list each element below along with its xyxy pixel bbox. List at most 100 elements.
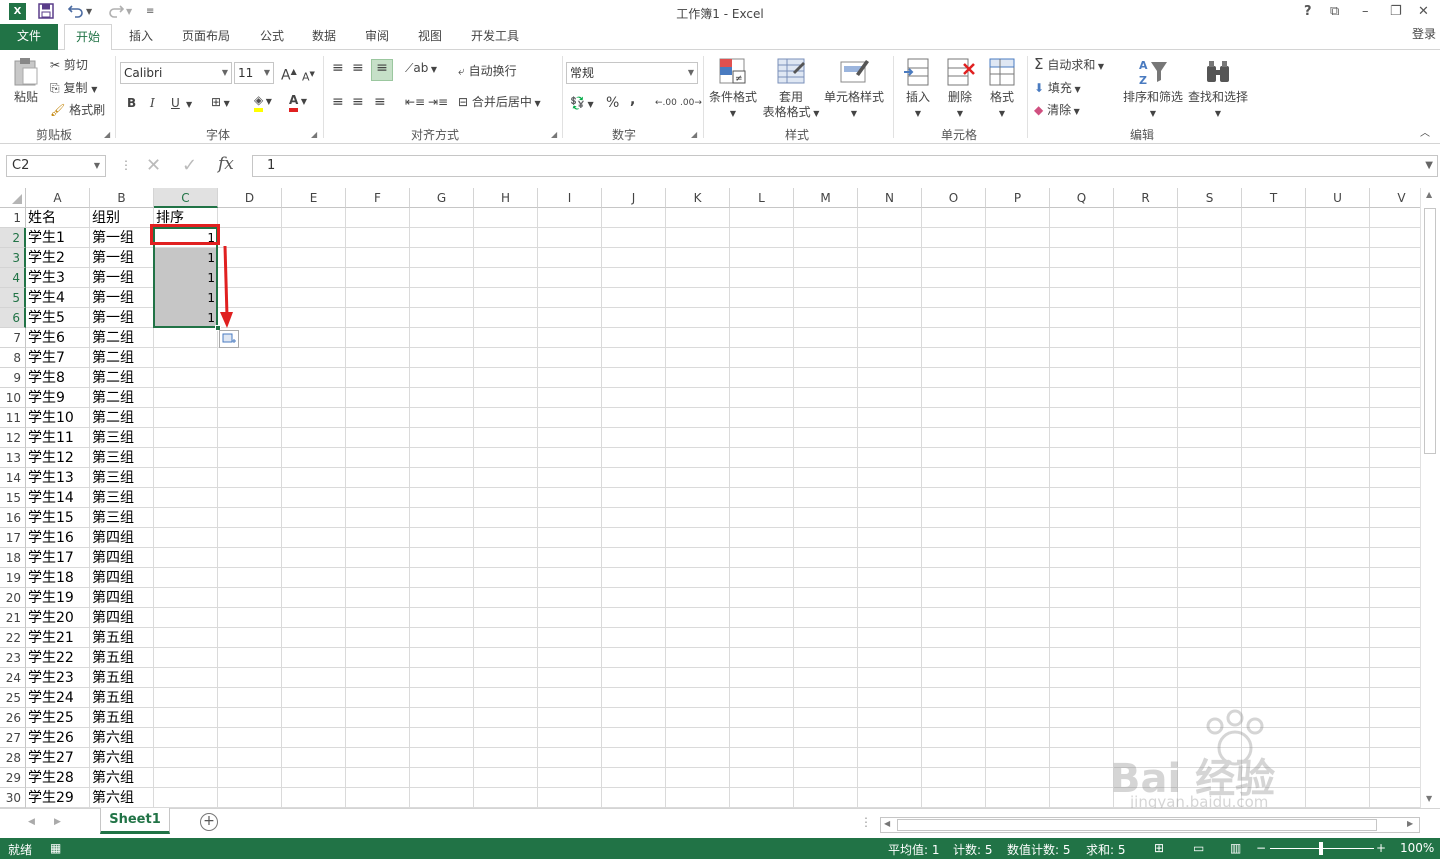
fill-button[interactable]: ⬇ 填充 ▼ bbox=[1034, 80, 1081, 98]
cell-a18[interactable]: 学生17 bbox=[26, 548, 90, 568]
sheet-tab-sheet1[interactable]: Sheet1 bbox=[100, 808, 170, 834]
cell-c14[interactable] bbox=[154, 468, 218, 488]
cell-c17[interactable] bbox=[154, 528, 218, 548]
cell-b14[interactable]: 第三组 bbox=[90, 468, 154, 488]
row-header[interactable]: 8 bbox=[0, 348, 26, 368]
cell-b2[interactable]: 第一组 bbox=[90, 228, 154, 248]
column-header-i[interactable]: I bbox=[538, 188, 602, 208]
cell-b16[interactable]: 第三组 bbox=[90, 508, 154, 528]
align-center-icon[interactable]: ≡ bbox=[352, 94, 364, 110]
cell-c30[interactable] bbox=[154, 788, 218, 808]
row-header[interactable]: 17 bbox=[0, 528, 26, 548]
cell-c13[interactable] bbox=[154, 448, 218, 468]
cell-b11[interactable]: 第二组 bbox=[90, 408, 154, 428]
accounting-format-icon[interactable]: 💱 ▼ bbox=[570, 95, 594, 113]
cell-a9[interactable]: 学生8 bbox=[26, 368, 90, 388]
cell-b6[interactable]: 第一组 bbox=[90, 308, 154, 328]
cell-c11[interactable] bbox=[154, 408, 218, 428]
zoom-level[interactable]: 100% bbox=[1400, 841, 1434, 855]
column-header-o[interactable]: O bbox=[922, 188, 986, 208]
row-header[interactable]: 6 bbox=[0, 308, 26, 328]
tab-developer[interactable]: 开发工具 bbox=[462, 24, 528, 50]
cell-b3[interactable]: 第一组 bbox=[90, 248, 154, 268]
sort-filter-button[interactable]: AZ 排序和筛选 ▼ bbox=[1120, 56, 1186, 121]
cell-b26[interactable]: 第五组 bbox=[90, 708, 154, 728]
cell-c29[interactable] bbox=[154, 768, 218, 788]
row-header[interactable]: 5 bbox=[0, 288, 26, 308]
clear-button[interactable]: ◆ 清除 ▼ bbox=[1034, 102, 1080, 120]
row-header[interactable]: 16 bbox=[0, 508, 26, 528]
align-right-icon[interactable]: ≡ bbox=[374, 94, 386, 110]
zoom-out-icon[interactable]: − bbox=[1256, 841, 1266, 855]
cell-b1[interactable]: 组别 bbox=[90, 208, 154, 228]
align-middle-icon[interactable]: ≡ bbox=[352, 60, 364, 76]
cell-a25[interactable]: 学生24 bbox=[26, 688, 90, 708]
row-header[interactable]: 10 bbox=[0, 388, 26, 408]
row-header[interactable]: 28 bbox=[0, 748, 26, 768]
merge-center-button[interactable]: ⊟ 合并后居中 ▼ bbox=[458, 94, 541, 112]
orientation-icon[interactable]: ⟋ab ▼ bbox=[405, 60, 437, 78]
row-header[interactable]: 19 bbox=[0, 568, 26, 588]
cell-c19[interactable] bbox=[154, 568, 218, 588]
page-break-view-icon[interactable]: ▥ bbox=[1230, 841, 1241, 855]
shrink-font-button[interactable]: A▼ bbox=[302, 66, 315, 86]
cell-a30[interactable]: 学生29 bbox=[26, 788, 90, 808]
login-link[interactable]: 登录 bbox=[1408, 22, 1440, 48]
scroll-thumb[interactable] bbox=[1424, 208, 1436, 454]
cell-a26[interactable]: 学生25 bbox=[26, 708, 90, 728]
cell-b28[interactable]: 第六组 bbox=[90, 748, 154, 768]
column-header-q[interactable]: Q bbox=[1050, 188, 1114, 208]
cell-c9[interactable] bbox=[154, 368, 218, 388]
font-launcher-icon[interactable]: ◢ bbox=[311, 130, 317, 139]
cell-b7[interactable]: 第二组 bbox=[90, 328, 154, 348]
cell-b29[interactable]: 第六组 bbox=[90, 768, 154, 788]
select-all-corner[interactable] bbox=[0, 188, 26, 208]
new-sheet-icon[interactable]: + bbox=[200, 813, 218, 831]
column-header-c[interactable]: C bbox=[154, 188, 218, 208]
column-header-f[interactable]: F bbox=[346, 188, 410, 208]
cut-button[interactable]: ✂ 剪切 bbox=[50, 57, 88, 73]
align-top-icon[interactable]: ≡ bbox=[332, 60, 344, 76]
cell-c16[interactable] bbox=[154, 508, 218, 528]
row-header[interactable]: 2 bbox=[0, 228, 26, 248]
row-header[interactable]: 7 bbox=[0, 328, 26, 348]
scroll-right-icon[interactable]: ▶ bbox=[1407, 819, 1413, 828]
cell-b5[interactable]: 第一组 bbox=[90, 288, 154, 308]
cell-c26[interactable] bbox=[154, 708, 218, 728]
cell-c22[interactable] bbox=[154, 628, 218, 648]
cell-a3[interactable]: 学生2 bbox=[26, 248, 90, 268]
close-icon[interactable]: ✕ bbox=[1418, 3, 1429, 21]
cell-c24[interactable] bbox=[154, 668, 218, 688]
cell-b12[interactable]: 第三组 bbox=[90, 428, 154, 448]
tab-data[interactable]: 数据 bbox=[302, 24, 346, 50]
increase-indent-icon[interactable]: ⇥≡ bbox=[428, 94, 448, 110]
cell-b4[interactable]: 第一组 bbox=[90, 268, 154, 288]
cell-b9[interactable]: 第二组 bbox=[90, 368, 154, 388]
font-name-combo[interactable]: Calibri ▼ bbox=[120, 62, 232, 84]
column-header-a[interactable]: A bbox=[26, 188, 90, 208]
cell-c23[interactable] bbox=[154, 648, 218, 668]
cell-a1[interactable]: 姓名 bbox=[26, 208, 90, 228]
font-size-combo[interactable]: 11 ▼ bbox=[234, 62, 274, 84]
cell-a14[interactable]: 学生13 bbox=[26, 468, 90, 488]
paste-button[interactable]: 粘贴 bbox=[6, 56, 46, 105]
number-format-combo[interactable]: 常规 ▼ bbox=[566, 62, 698, 84]
row-header[interactable]: 20 bbox=[0, 588, 26, 608]
row-header[interactable]: 22 bbox=[0, 628, 26, 648]
column-header-r[interactable]: R bbox=[1114, 188, 1178, 208]
find-select-button[interactable]: 查找和选择 ▼ bbox=[1186, 56, 1250, 121]
cell-b21[interactable]: 第四组 bbox=[90, 608, 154, 628]
cell-b10[interactable]: 第二组 bbox=[90, 388, 154, 408]
enter-icon[interactable]: ✓ bbox=[182, 155, 197, 176]
copy-dropdown-icon[interactable]: ▼ bbox=[91, 85, 97, 94]
cell-c18[interactable] bbox=[154, 548, 218, 568]
cell-a28[interactable]: 学生27 bbox=[26, 748, 90, 768]
clipboard-launcher-icon[interactable]: ◢ bbox=[104, 130, 110, 139]
wrap-text-button[interactable]: ⤶ 自动换行 bbox=[458, 63, 517, 79]
conditional-format-button[interactable]: ≠ 条件格式 ▼ bbox=[706, 56, 760, 121]
cell-a13[interactable]: 学生12 bbox=[26, 448, 90, 468]
cell-a4[interactable]: 学生3 bbox=[26, 268, 90, 288]
autosum-button[interactable]: Σ 自动求和 ▼ bbox=[1034, 56, 1104, 75]
cell-a7[interactable]: 学生6 bbox=[26, 328, 90, 348]
row-header[interactable]: 27 bbox=[0, 728, 26, 748]
